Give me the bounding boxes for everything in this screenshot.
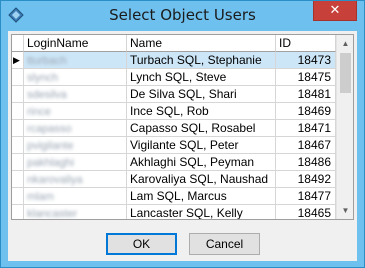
row-selector[interactable] [12,69,24,86]
cell-id[interactable]: 18465 [276,205,336,219]
cell-id[interactable]: 18473 [276,52,336,69]
cell-id[interactable]: 18467 [276,137,336,154]
cell-name[interactable]: De Silva SQL, Shari [127,86,276,103]
row-selector[interactable]: ▶ [12,52,24,69]
login-value-blurred: sdesilva [27,89,67,101]
table-row[interactable]: pvigilante Vigilante SQL, Peter 18467 [12,137,336,154]
table-row[interactable]: nkarovaliya Karovaliya SQL, Naushad 18492 [12,171,336,188]
login-value-blurred: rince [27,106,51,118]
column-header-loginname[interactable]: LoginName [24,35,127,52]
table-row[interactable]: pakhlaghi Akhlaghi SQL, Peyman 18486 [12,154,336,171]
cell-loginname[interactable]: tturbach [24,52,127,69]
login-value-blurred: tturbach [27,55,67,67]
title-bar[interactable]: Select Object Users ✕ [1,1,364,31]
cell-loginname[interactable]: pvigilante [24,137,127,154]
vertical-scrollbar[interactable]: ▲ ▼ [336,35,353,219]
cell-id[interactable]: 18477 [276,188,336,205]
table-row[interactable]: rince Ince SQL, Rob 18469 [12,103,336,120]
cell-name[interactable]: Capasso SQL, Rosabel [127,120,276,137]
login-value-blurred: slynch [27,72,59,84]
cell-id[interactable]: 18469 [276,103,336,120]
row-selector[interactable] [12,120,24,137]
scroll-down-icon[interactable]: ▼ [337,202,353,219]
cell-id[interactable]: 18486 [276,154,336,171]
close-button[interactable]: ✕ [313,1,357,21]
cell-name[interactable]: Lancaster SQL, Kelly [127,205,276,219]
cell-loginname[interactable]: rcapasso [24,120,127,137]
cell-name[interactable]: Turbach SQL, Stephanie [127,52,276,69]
row-selector[interactable] [12,188,24,205]
dialog-window: Select Object Users ✕ LoginName Name ID … [0,0,365,268]
table-row[interactable]: sdesilva De Silva SQL, Shari 18481 [12,86,336,103]
row-pointer-icon: ▶ [13,55,20,65]
login-value-blurred: rcapasso [27,123,72,135]
row-selector[interactable] [12,103,24,120]
row-header-corner [12,35,24,52]
scroll-up-icon[interactable]: ▲ [337,35,353,52]
ok-button[interactable]: OK [106,233,177,255]
login-value-blurred: nkarovaliya [27,174,83,186]
row-selector[interactable] [12,205,24,219]
users-grid[interactable]: LoginName Name ID ▶ tturbach Turbach SQL, … [11,34,354,220]
cell-loginname[interactable]: rince [24,103,127,120]
table-row[interactable]: rcapasso Capasso SQL, Rosabel 18471 [12,120,336,137]
cell-id[interactable]: 18475 [276,69,336,86]
cell-loginname[interactable]: nkarovaliya [24,171,127,188]
cell-name[interactable]: Lam SQL, Marcus [127,188,276,205]
cell-name[interactable]: Ince SQL, Rob [127,103,276,120]
cell-loginname[interactable]: klancaster [24,205,127,219]
row-selector[interactable] [12,154,24,171]
row-selector[interactable] [12,137,24,154]
table-row[interactable]: slynch Lynch SQL, Steve 18475 [12,69,336,86]
grid-body: LoginName Name ID ▶ tturbach Turbach SQL, … [12,35,336,219]
row-selector[interactable] [12,171,24,188]
cell-loginname[interactable]: sdesilva [24,86,127,103]
cell-id[interactable]: 18471 [276,120,336,137]
window-title: Select Object Users [109,6,256,24]
cell-name[interactable]: Vigilante SQL, Peter [127,137,276,154]
cell-name[interactable]: Akhlaghi SQL, Peyman [127,154,276,171]
column-header-id[interactable]: ID [276,35,336,52]
table-row[interactable]: ▶ tturbach Turbach SQL, Stephanie 18473 [12,52,336,69]
login-value-blurred: mlam [27,191,54,203]
row-selector[interactable] [12,86,24,103]
cell-id[interactable]: 18481 [276,86,336,103]
dialog-body: LoginName Name ID ▶ tturbach Turbach SQL, … [8,31,357,261]
cell-id[interactable]: 18492 [276,171,336,188]
scroll-thumb[interactable] [340,53,351,93]
cell-name[interactable]: Karovaliya SQL, Naushad [127,171,276,188]
table-row[interactable]: mlam Lam SQL, Marcus 18477 [12,188,336,205]
cell-loginname[interactable]: slynch [24,69,127,86]
login-value-blurred: pakhlaghi [27,157,75,169]
login-value-blurred: pvigilante [27,140,74,152]
column-header-name[interactable]: Name [127,35,276,52]
cell-name[interactable]: Lynch SQL, Steve [127,69,276,86]
cancel-button[interactable]: Cancel [189,233,260,255]
table-row[interactable]: klancaster Lancaster SQL, Kelly 18465 [12,205,336,219]
cell-loginname[interactable]: pakhlaghi [24,154,127,171]
cell-loginname[interactable]: mlam [24,188,127,205]
login-value-blurred: klancaster [27,208,78,219]
